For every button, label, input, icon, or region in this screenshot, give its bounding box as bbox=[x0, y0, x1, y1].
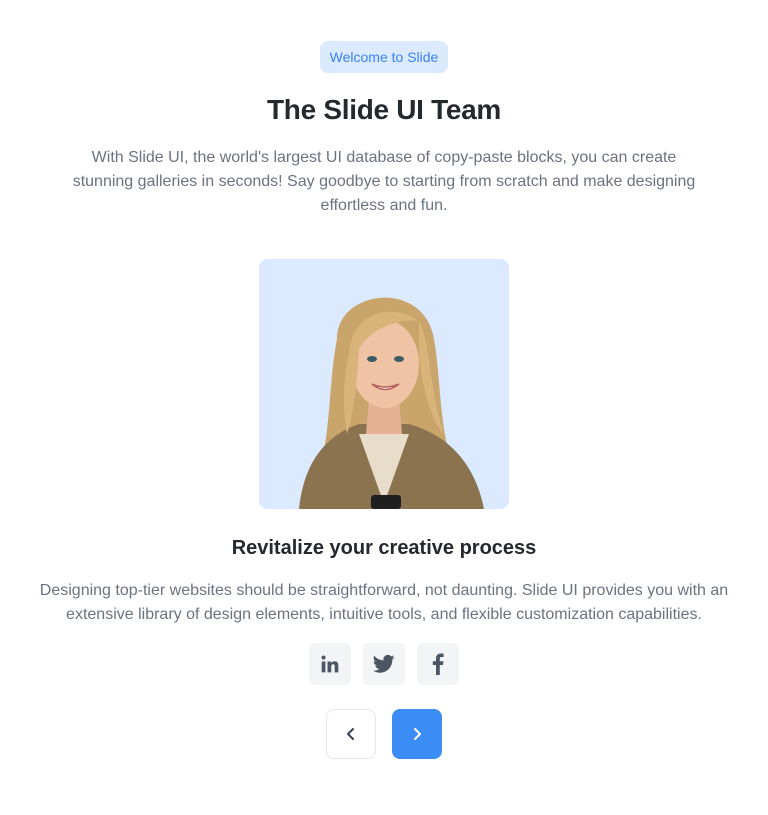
team-member-photo bbox=[259, 259, 509, 509]
chevron-right-icon bbox=[414, 728, 421, 740]
chevron-left-icon bbox=[347, 728, 354, 740]
member-heading: Revitalize your creative process bbox=[231, 537, 537, 559]
member-description: Designing top-tier websites should be st… bbox=[39, 582, 729, 623]
linkedin-button[interactable] bbox=[309, 643, 351, 685]
facebook-icon bbox=[432, 653, 444, 675]
page-title: The Slide UI Team bbox=[267, 94, 501, 125]
carousel-navigation bbox=[326, 709, 442, 759]
twitter-icon bbox=[373, 654, 395, 673]
twitter-button[interactable] bbox=[363, 643, 405, 685]
social-links bbox=[309, 643, 459, 685]
next-button[interactable] bbox=[392, 709, 442, 759]
linkedin-icon bbox=[321, 655, 339, 673]
welcome-badge: Welcome to Slide bbox=[319, 41, 449, 73]
team-section: Welcome to Slide The Slide UI Team With … bbox=[0, 0, 768, 759]
portrait-illustration bbox=[299, 297, 484, 509]
previous-button[interactable] bbox=[326, 709, 376, 759]
facebook-button[interactable] bbox=[417, 643, 459, 685]
intro-text: With Slide UI, the world's largest UI da… bbox=[72, 149, 696, 214]
